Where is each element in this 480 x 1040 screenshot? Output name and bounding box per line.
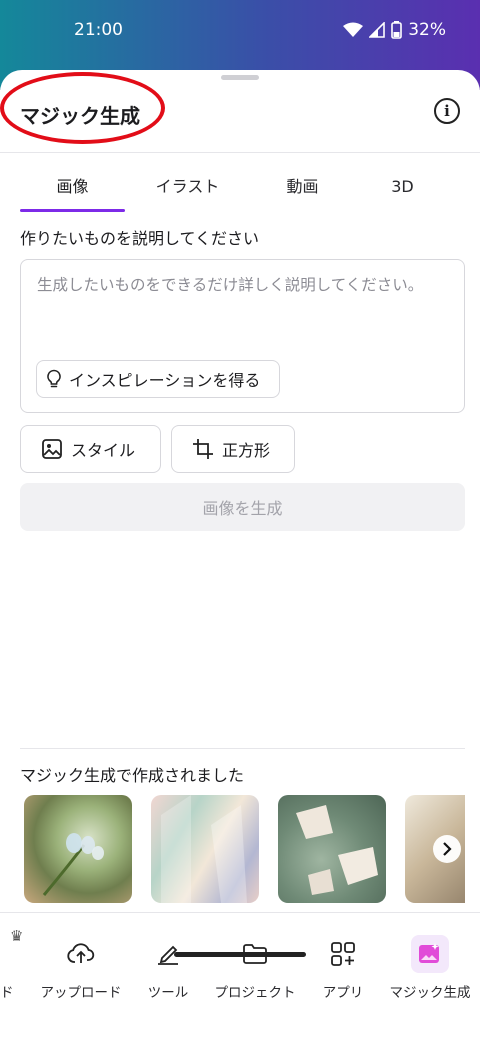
magic-image-icon bbox=[411, 935, 449, 973]
aspect-ratio-button[interactable]: 正方形 bbox=[171, 425, 295, 473]
marble-pieces-image bbox=[296, 805, 378, 895]
image-style-icon bbox=[42, 439, 62, 459]
crop-icon bbox=[193, 439, 213, 459]
tab-video[interactable]: 動画 bbox=[250, 170, 355, 212]
nav-label: ツール bbox=[147, 985, 189, 1001]
generate-label: 画像を生成 bbox=[202, 499, 283, 518]
prompt-input[interactable]: 生成したいものをできるだけ詳しく説明してください。 インスピレーションを得る bbox=[20, 259, 465, 413]
glass-panels-image bbox=[161, 795, 247, 903]
inspiration-label: インスピレーションを得る bbox=[69, 371, 261, 390]
status-icons: 32% bbox=[343, 20, 446, 40]
tab-illustration[interactable]: イラスト bbox=[135, 170, 240, 212]
flower-drops-image bbox=[42, 833, 104, 896]
sheet-header: マジック生成 i bbox=[0, 70, 480, 153]
gallery-thumbnail[interactable] bbox=[24, 795, 132, 903]
battery-icon bbox=[391, 21, 403, 39]
gallery-heading: マジック生成で作成されました bbox=[20, 766, 245, 785]
gallery-thumbnail[interactable] bbox=[151, 795, 259, 903]
tab-label: イラスト bbox=[155, 177, 220, 196]
magic-generate-sheet: マジック生成 i 画像 イラスト 動画 3D 作りたいものを説明してください 生… bbox=[0, 70, 480, 1040]
nav-item-projects[interactable]: プロジェクト bbox=[212, 913, 298, 1013]
tab-label: 画像 bbox=[56, 177, 89, 196]
media-tabs: 画像 イラスト 動画 3D bbox=[20, 170, 460, 212]
nav-label: マジック生成 bbox=[389, 985, 471, 1001]
status-time: 21:00 bbox=[74, 20, 123, 40]
nav-item-apps[interactable]: アプリ bbox=[313, 913, 373, 1013]
active-tab-indicator bbox=[20, 209, 125, 212]
tab-label: 3D bbox=[391, 177, 414, 196]
tab-label: 動画 bbox=[286, 177, 319, 196]
divider bbox=[20, 748, 465, 749]
crown-icon: ♛ bbox=[10, 927, 24, 945]
gallery-carousel bbox=[24, 795, 465, 903]
get-inspiration-button[interactable]: インスピレーションを得る bbox=[36, 360, 280, 398]
style-button[interactable]: スタイル bbox=[20, 425, 161, 473]
home-indicator bbox=[174, 952, 306, 957]
battery-percent: 32% bbox=[408, 20, 446, 40]
apps-grid-icon bbox=[328, 939, 358, 969]
bottom-navigation: ♛ ンド アップロード ツール プロジェクト アプリ bbox=[0, 912, 480, 1040]
lightbulb-icon bbox=[47, 369, 61, 388]
prompt-placeholder: 生成したいものをできるだけ詳しく説明してください。 bbox=[37, 276, 424, 294]
nav-label: プロジェクト bbox=[214, 985, 296, 1001]
nav-item-upload[interactable]: アップロード bbox=[36, 913, 126, 1013]
nav-item-magic-generate[interactable]: マジック生成 bbox=[385, 913, 475, 1013]
chevron-right-icon bbox=[443, 842, 452, 856]
aspect-label: 正方形 bbox=[222, 441, 271, 460]
nav-item-tools[interactable]: ツール bbox=[135, 913, 201, 1013]
info-icon[interactable]: i bbox=[434, 98, 460, 124]
nav-item-home[interactable]: ♛ ンド bbox=[0, 913, 30, 1013]
tab-image[interactable]: 画像 bbox=[20, 170, 125, 212]
nav-label: アップロード bbox=[40, 985, 122, 1001]
carousel-next-button[interactable] bbox=[433, 835, 461, 863]
nav-label: ンド bbox=[0, 985, 14, 1001]
style-label: スタイル bbox=[71, 441, 136, 460]
prompt-label: 作りたいものを説明してください bbox=[20, 229, 260, 248]
nav-label: アプリ bbox=[322, 985, 364, 1001]
gallery-thumbnail[interactable] bbox=[278, 795, 386, 903]
page-title: マジック生成 bbox=[20, 104, 140, 128]
generate-image-button[interactable]: 画像を生成 bbox=[20, 483, 465, 531]
cloud-upload-icon bbox=[66, 939, 96, 969]
wifi-icon bbox=[343, 22, 364, 37]
signal-icon bbox=[369, 22, 386, 38]
tab-3d[interactable]: 3D bbox=[350, 170, 455, 212]
